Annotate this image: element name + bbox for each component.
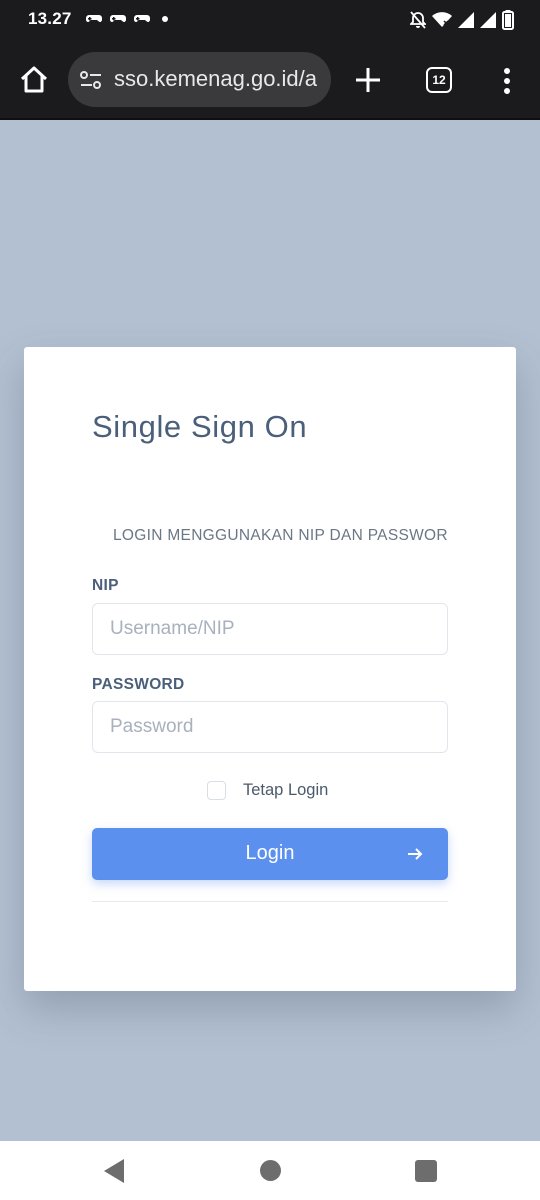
password-label: PASSWORD: [92, 676, 185, 693]
game-controller-icon: [134, 15, 150, 22]
status-bar: 13.27: [0, 0, 540, 40]
url-text[interactable]: sso.kemenag.go.id/a: [114, 66, 324, 92]
battery-icon: [502, 10, 514, 30]
nip-input[interactable]: [92, 603, 448, 655]
password-input[interactable]: [92, 701, 448, 753]
system-icons: [410, 10, 514, 30]
home-nav-icon[interactable]: [260, 1160, 281, 1181]
new-tab-icon[interactable]: [354, 66, 382, 94]
remember-checkbox[interactable]: [207, 781, 226, 800]
dot-icon: [162, 16, 168, 22]
tab-count: 12: [432, 73, 446, 87]
site-settings-icon[interactable]: [79, 69, 103, 91]
tab-switcher-button[interactable]: 12: [426, 67, 452, 93]
recent-apps-icon[interactable]: [415, 1160, 437, 1182]
page-title: Single Sign On: [92, 409, 308, 444]
home-icon[interactable]: [18, 64, 50, 96]
mute-notifications-icon: [410, 11, 426, 29]
navigation-bar: [0, 1141, 540, 1200]
more-menu-icon[interactable]: [497, 67, 517, 95]
nip-label: NIP: [92, 577, 119, 594]
login-button[interactable]: Login: [92, 828, 448, 880]
notification-icons: [86, 12, 168, 26]
signal-icon: [480, 12, 496, 28]
signal-icon: [458, 12, 474, 28]
divider: [92, 901, 448, 902]
login-button-label: Login: [245, 842, 295, 864]
login-card: Single Sign On LOGIN MENGGUNAKAN NIP DAN…: [24, 347, 516, 991]
toolbar-divider: [0, 118, 540, 120]
status-time: 13.27: [28, 9, 72, 28]
game-controller-icon: [110, 15, 126, 22]
wifi-icon: [432, 12, 452, 27]
browser-toolbar: sso.kemenag.go.id/a 12: [0, 40, 540, 119]
arrow-right-icon: [408, 848, 423, 860]
back-icon[interactable]: [103, 1158, 125, 1184]
remember-me[interactable]: Tetap Login: [207, 781, 328, 800]
game-controller-icon: [86, 15, 102, 22]
remember-label[interactable]: Tetap Login: [243, 781, 328, 800]
login-instructions: LOGIN MENGGUNAKAN NIP DAN PASSWORD: [113, 527, 449, 544]
address-bar[interactable]: sso.kemenag.go.id/a: [68, 52, 331, 107]
